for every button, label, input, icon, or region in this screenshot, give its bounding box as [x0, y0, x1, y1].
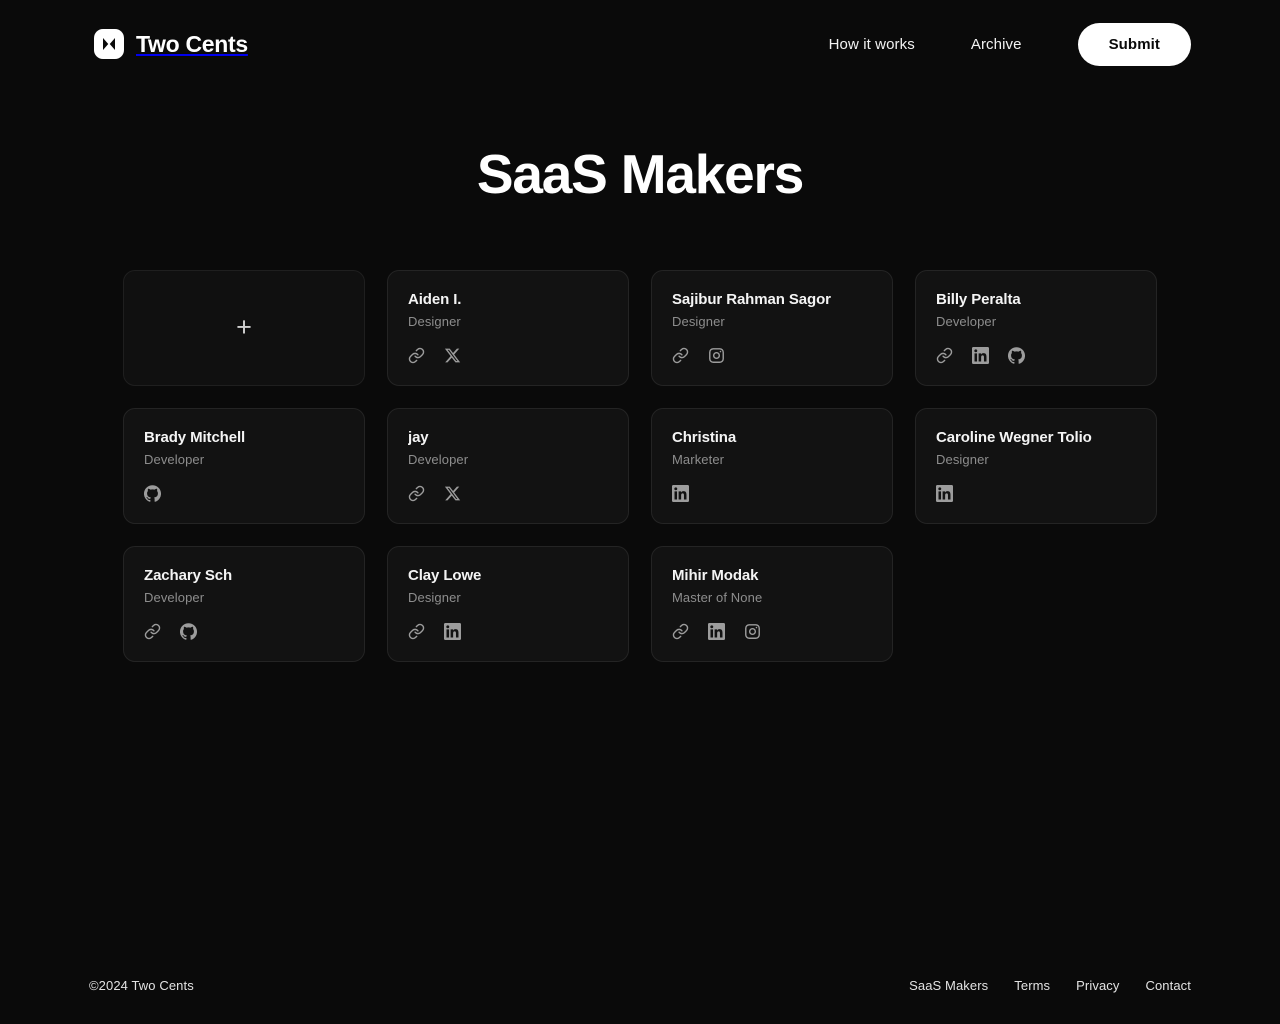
maker-socials	[672, 623, 872, 641]
github-icon[interactable]	[144, 485, 161, 502]
github-icon[interactable]	[1008, 347, 1025, 364]
maker-socials	[144, 623, 344, 641]
maker-role: Master of None	[672, 589, 763, 605]
page-title: SaaS Makers	[476, 143, 804, 205]
maker-name: Mihir Modak	[672, 566, 759, 584]
site-header: Two Cents How it works Archive Submit	[0, 0, 1280, 88]
maker-card[interactable]: Caroline Wegner Tolio Designer	[915, 407, 1157, 524]
maker-role: Designer	[408, 589, 461, 605]
footer-links: SaaS Makers Terms Privacy Contact	[909, 978, 1191, 993]
link-icon[interactable]	[936, 347, 953, 364]
footer-link-contact[interactable]: Contact	[1145, 978, 1191, 993]
maker-socials	[936, 347, 1136, 365]
linkedin-icon[interactable]	[936, 485, 953, 502]
maker-socials	[408, 485, 608, 503]
plus-icon: +	[236, 312, 252, 342]
footer-link-privacy[interactable]: Privacy	[1076, 978, 1119, 993]
x-twitter-icon[interactable]	[444, 347, 461, 364]
page-root: Two Cents How it works Archive Submit Sa…	[0, 0, 1280, 1024]
nav-link-how-it-works[interactable]: How it works	[801, 36, 943, 53]
maker-card[interactable]: Aiden I. Designer	[387, 269, 629, 386]
maker-socials	[408, 347, 608, 365]
maker-socials	[672, 347, 872, 365]
link-icon[interactable]	[144, 623, 161, 640]
linkedin-icon[interactable]	[972, 347, 989, 364]
maker-card[interactable]: Zachary Sch Developer	[123, 545, 365, 662]
nav-link-archive[interactable]: Archive	[943, 36, 1050, 53]
footer-copyright: ©2024 Two Cents	[89, 977, 194, 993]
maker-role: Marketer	[672, 451, 725, 467]
makers-grid: + Aiden I. Designer Sajibur Rahman Sagor…	[123, 269, 1157, 662]
link-icon[interactable]	[672, 347, 689, 364]
maker-name: Billy Peralta	[936, 290, 1021, 308]
footer-link-terms[interactable]: Terms	[1014, 978, 1050, 993]
site-footer: ©2024 Two Cents SaaS Makers Terms Privac…	[0, 946, 1280, 1024]
maker-name: Caroline Wegner Tolio	[936, 428, 1092, 446]
maker-name: jay	[408, 428, 429, 446]
maker-role: Developer	[936, 313, 997, 329]
maker-role: Developer	[144, 589, 205, 605]
maker-card[interactable]: jay Developer	[387, 407, 629, 524]
instagram-icon[interactable]	[708, 347, 725, 364]
maker-card[interactable]: Mihir Modak Master of None	[651, 545, 893, 662]
maker-name: Clay Lowe	[408, 566, 482, 584]
maker-role: Developer	[408, 451, 469, 467]
maker-socials	[936, 485, 1136, 503]
x-twitter-icon[interactable]	[444, 485, 461, 502]
maker-socials	[672, 485, 872, 503]
two-cents-bowtie-logo-icon	[94, 29, 124, 59]
primary-nav: How it works Archive Submit	[801, 22, 1191, 66]
maker-card[interactable]: Billy Peralta Developer	[915, 269, 1157, 386]
maker-role: Designer	[408, 313, 461, 329]
link-icon[interactable]	[672, 623, 689, 640]
maker-name: Aiden I.	[408, 290, 462, 308]
maker-card[interactable]: Clay Lowe Designer	[387, 545, 629, 662]
brand-logo-link[interactable]: Two Cents	[94, 29, 248, 59]
maker-socials	[144, 485, 344, 503]
maker-card[interactable]: Christina Marketer	[651, 407, 893, 524]
submit-button[interactable]: Submit	[1077, 22, 1191, 66]
linkedin-icon[interactable]	[708, 623, 725, 640]
maker-name: Brady Mitchell	[144, 428, 246, 446]
maker-name: Christina	[672, 428, 737, 446]
maker-card[interactable]: Brady Mitchell Developer	[123, 407, 365, 524]
linkedin-icon[interactable]	[672, 485, 689, 502]
maker-role: Developer	[144, 451, 205, 467]
github-icon[interactable]	[180, 623, 197, 640]
maker-socials	[408, 623, 608, 641]
maker-name: Sajibur Rahman Sagor	[672, 290, 831, 308]
brand-name: Two Cents	[136, 30, 248, 57]
main-content: SaaS Makers + Aiden I. Designer Sajibur …	[0, 88, 1280, 946]
link-icon[interactable]	[408, 347, 425, 364]
link-icon[interactable]	[408, 485, 425, 502]
add-maker-card[interactable]: +	[123, 269, 365, 386]
maker-role: Designer	[936, 451, 989, 467]
footer-link-saas-makers[interactable]: SaaS Makers	[909, 978, 988, 993]
maker-role: Designer	[672, 313, 725, 329]
maker-name: Zachary Sch	[144, 566, 233, 584]
link-icon[interactable]	[408, 623, 425, 640]
instagram-icon[interactable]	[744, 623, 761, 640]
maker-card[interactable]: Sajibur Rahman Sagor Designer	[651, 269, 893, 386]
linkedin-icon[interactable]	[444, 623, 461, 640]
